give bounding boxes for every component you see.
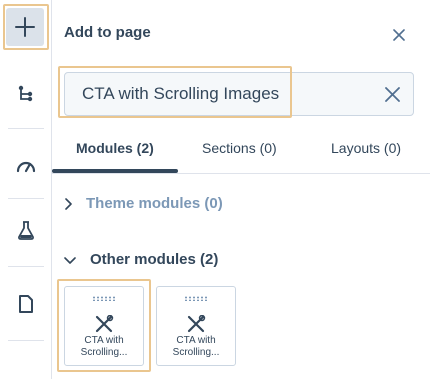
page-icon xyxy=(19,295,33,313)
left-rail xyxy=(0,0,52,379)
search-value: CTA with Scrolling Images xyxy=(82,84,280,103)
group-label: Theme modules (0) xyxy=(86,195,223,212)
close-icon xyxy=(393,29,405,41)
plus-icon xyxy=(15,17,35,37)
test-button[interactable] xyxy=(0,212,52,248)
panel-title: Add to page xyxy=(64,24,151,41)
module-card[interactable]: CTA with Scrolling... xyxy=(64,286,144,366)
rail-divider xyxy=(8,198,44,199)
tab-bar: Modules (2) Sections (0) Layouts (0) xyxy=(52,128,430,174)
add-to-page-panel: Add to page CTA with Scrolling Images Mo… xyxy=(52,0,430,379)
hierarchy-icon xyxy=(18,85,33,102)
search-clear-button[interactable] xyxy=(382,84,402,104)
close-button[interactable] xyxy=(390,26,408,44)
tools-icon xyxy=(187,315,206,333)
group-other-modules[interactable]: Other modules (2) xyxy=(64,251,218,268)
module-name: CTA with Scrolling... xyxy=(80,335,128,358)
module-name: CTA with Scrolling... xyxy=(172,335,220,358)
drag-handle-icon[interactable] xyxy=(92,296,116,301)
flask-icon xyxy=(18,221,34,240)
active-tab-indicator xyxy=(52,169,178,173)
tools-icon xyxy=(95,315,114,333)
chevron-right-icon xyxy=(65,197,72,210)
tab-modules[interactable]: Modules (2) xyxy=(76,140,154,156)
group-theme-modules[interactable]: Theme modules (0) xyxy=(64,195,223,212)
gauge-icon xyxy=(16,161,36,173)
rail-divider xyxy=(8,128,44,129)
page-settings-button[interactable] xyxy=(0,286,52,322)
module-card[interactable]: CTA with Scrolling... xyxy=(156,286,236,366)
tab-sections[interactable]: Sections (0) xyxy=(202,140,277,156)
group-label: Other modules (2) xyxy=(90,251,219,268)
tab-layouts[interactable]: Layouts (0) xyxy=(331,140,401,156)
rail-divider xyxy=(8,266,44,267)
rail-divider xyxy=(8,340,44,341)
drag-handle-icon[interactable] xyxy=(184,296,208,301)
clear-icon xyxy=(384,86,400,102)
search-input[interactable]: CTA with Scrolling Images xyxy=(64,72,414,116)
add-button[interactable] xyxy=(6,8,44,46)
optimize-button[interactable] xyxy=(0,148,52,184)
chevron-down-icon xyxy=(64,256,76,264)
structure-button[interactable] xyxy=(0,76,52,112)
